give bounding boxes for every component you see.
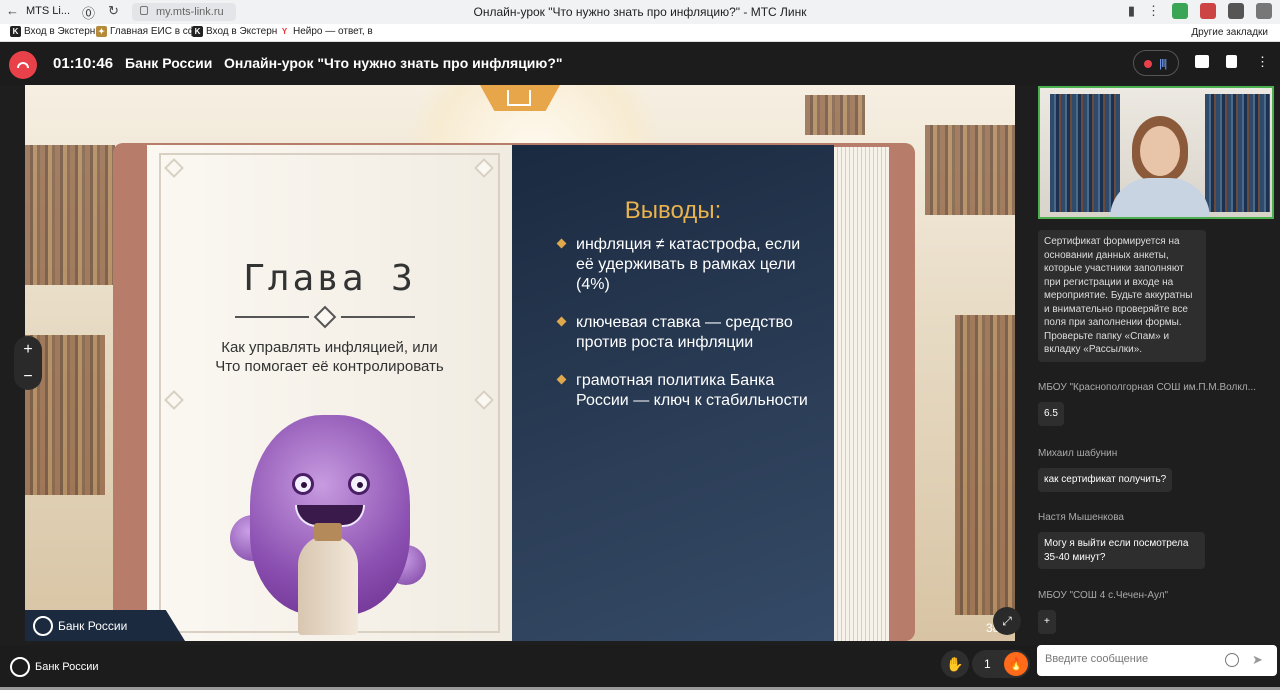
presentation-stage: Глава 3 Как управлять инфляцией, или Что…: [0, 85, 1035, 645]
send-icon[interactable]: ➤: [1252, 652, 1263, 668]
more-icon[interactable]: ⋮: [1256, 54, 1269, 70]
open-book-icon: [507, 90, 531, 106]
video-bookshelf: [1205, 94, 1270, 212]
bottle-cork: [314, 523, 342, 541]
chat-message: Сертификат формируется на основании данн…: [1038, 230, 1206, 362]
session-timer: 01:10:46: [53, 55, 114, 72]
yandex-icon: Y: [279, 26, 290, 37]
browser-tab-bar: ← MTS Li... ⓪ ↻ my.mts-link.ru Онлайн-ур…: [0, 0, 1280, 24]
finding-item: грамотная политика Банка России — ключ к…: [556, 371, 810, 411]
record-dot-icon: [1144, 60, 1152, 68]
message-composer: ➤: [1037, 645, 1277, 676]
chat-author: МБОУ "Краснополгорная СОШ им.П.М.Волкл..…: [1038, 382, 1257, 393]
chat-message-text: Могу я выйти если посмотрела 35-40 минут…: [1038, 532, 1205, 569]
extension-icon[interactable]: [1256, 3, 1272, 19]
bookmarks-bar: K Вход в Экстерн ✦ Главная ЕИС в сф K Вход …: [0, 24, 1280, 42]
diamond-bullet-icon: [556, 316, 567, 327]
chat-author: Михаил шабунин: [1038, 448, 1118, 459]
extension-icon[interactable]: [1200, 3, 1216, 19]
divider: [341, 316, 415, 318]
bookmark-icon[interactable]: ▮: [1128, 3, 1135, 19]
book-right-page: Выводы: инфляция ≠ катастрофа, если её у…: [512, 145, 834, 641]
shield-icon[interactable]: [1172, 3, 1188, 19]
speaker-face: [1140, 126, 1180, 176]
findings-list: инфляция ≠ катастрофа, если её удерживат…: [556, 235, 810, 429]
monster-eye: [292, 473, 314, 495]
book-page-edges: [834, 147, 889, 641]
chat-message: Михаил шабунин как сертификат получить?: [1035, 448, 1173, 492]
bank-of-russia-logo: [10, 657, 30, 677]
phone-hangup-icon: [17, 62, 29, 68]
book-left-page: Глава 3 Как управлять инфляцией, или Что…: [147, 145, 512, 641]
bookmark-item[interactable]: K Вход в Экстерн: [10, 26, 95, 37]
bookshelf: [25, 145, 115, 285]
bottom-brand-text: Банк России: [35, 661, 99, 673]
chat-message: МБОУ "СОШ 4 с.Чечен-Аул" +: [1035, 590, 1168, 634]
chat-message-text: Сертификат формируется на основании данн…: [1038, 230, 1206, 362]
divider: [235, 316, 309, 318]
bank-of-russia-logo: [33, 616, 53, 636]
speaker-body: [1110, 178, 1210, 217]
bookshelf: [925, 125, 1015, 215]
zoom-controls: + −: [14, 336, 42, 390]
finding-item: ключевая ставка — средство против роста …: [556, 313, 810, 353]
bookshelf: [955, 315, 1015, 615]
chapter-title: Глава 3: [243, 258, 416, 299]
slide-brand-text: Банк России: [58, 619, 128, 633]
emblem-icon: ✦: [96, 26, 107, 37]
audio-level-icon: |‖|: [1159, 58, 1167, 70]
webinar-header: 01:10:46 Банк России Онлайн-урок "Что ну…: [0, 42, 1280, 85]
findings-title: Выводы:: [624, 197, 722, 224]
chat-message: Настя Мышенкова Могу я выйти если посмот…: [1035, 512, 1205, 569]
chat-author: МБОУ "СОШ 4 с.Чечен-Аул": [1038, 590, 1169, 601]
leave-call-button[interactable]: [9, 51, 37, 79]
right-panel: Сертификат формируется на основании данн…: [1035, 85, 1280, 645]
inflation-monster-illustration: [230, 395, 430, 635]
bookshelf: [805, 95, 865, 135]
speaker-video[interactable]: [1038, 86, 1274, 219]
browser-toolbar-icons: ▮ ⋮: [1128, 3, 1272, 19]
chat-author: Настя Мышенкова: [1038, 512, 1124, 523]
slide-brand-badge: Банк России: [25, 610, 185, 641]
message-input[interactable]: [1045, 653, 1215, 665]
document-icon[interactable]: [1226, 55, 1237, 68]
chat-message-text: как сертификат получить?: [1038, 468, 1173, 492]
reaction-button[interactable]: 1 🔥: [972, 650, 1030, 678]
chat-icon[interactable]: [1195, 55, 1209, 68]
zoom-in-button[interactable]: +: [14, 336, 42, 363]
emoji-icon[interactable]: [1225, 653, 1239, 667]
hand-icon: ✋: [946, 656, 964, 672]
chat-message-text: 6.5: [1038, 402, 1064, 426]
finding-item: инфляция ≠ катастрофа, если её удерживат…: [556, 235, 810, 295]
recording-indicator[interactable]: |‖|: [1133, 50, 1179, 76]
bookmark-item[interactable]: K Вход в Экстерн: [192, 26, 277, 37]
potion-bottle: [298, 535, 358, 635]
chapter-subtitle: Как управлять инфляцией, или Что помогае…: [215, 339, 444, 375]
slide: Глава 3 Как управлять инфляцией, или Что…: [25, 85, 1015, 641]
speaker-person: [1110, 116, 1210, 217]
menu-dots-icon[interactable]: ⋮: [1147, 3, 1160, 19]
diamond-bullet-icon: [556, 238, 567, 249]
chat-message-text: +: [1038, 610, 1056, 634]
organizer-name: Банк России: [125, 55, 213, 71]
extension-icon[interactable]: [1228, 3, 1244, 19]
other-bookmarks[interactable]: Другие закладки: [1191, 27, 1268, 38]
chat-message: МБОУ "Краснополгорная СОШ им.П.М.Волкл..…: [1035, 382, 1256, 426]
fire-icon: 🔥: [1004, 652, 1028, 676]
kontur-icon: K: [10, 26, 21, 37]
kontur-icon: K: [192, 26, 203, 37]
monster-eye: [348, 473, 370, 495]
raise-hand-button[interactable]: ✋: [941, 650, 969, 678]
bottom-bar: Банк России ✋ 1 🔥 ➤: [0, 645, 1280, 690]
zoom-out-button[interactable]: −: [14, 363, 42, 390]
browser-page-title: Онлайн-урок "Что нужно знать про инфляци…: [473, 5, 807, 19]
bookmark-item[interactable]: ✦ Главная ЕИС в сф: [96, 26, 196, 37]
fullscreen-icon[interactable]: ⤢: [993, 607, 1021, 635]
lesson-title: Онлайн-урок "Что нужно знать про инфляци…: [224, 55, 563, 71]
bookmark-item[interactable]: Y Нейро — ответ, в: [279, 26, 373, 37]
diamond-bullet-icon: [556, 374, 567, 385]
reaction-count: 1: [984, 657, 991, 671]
